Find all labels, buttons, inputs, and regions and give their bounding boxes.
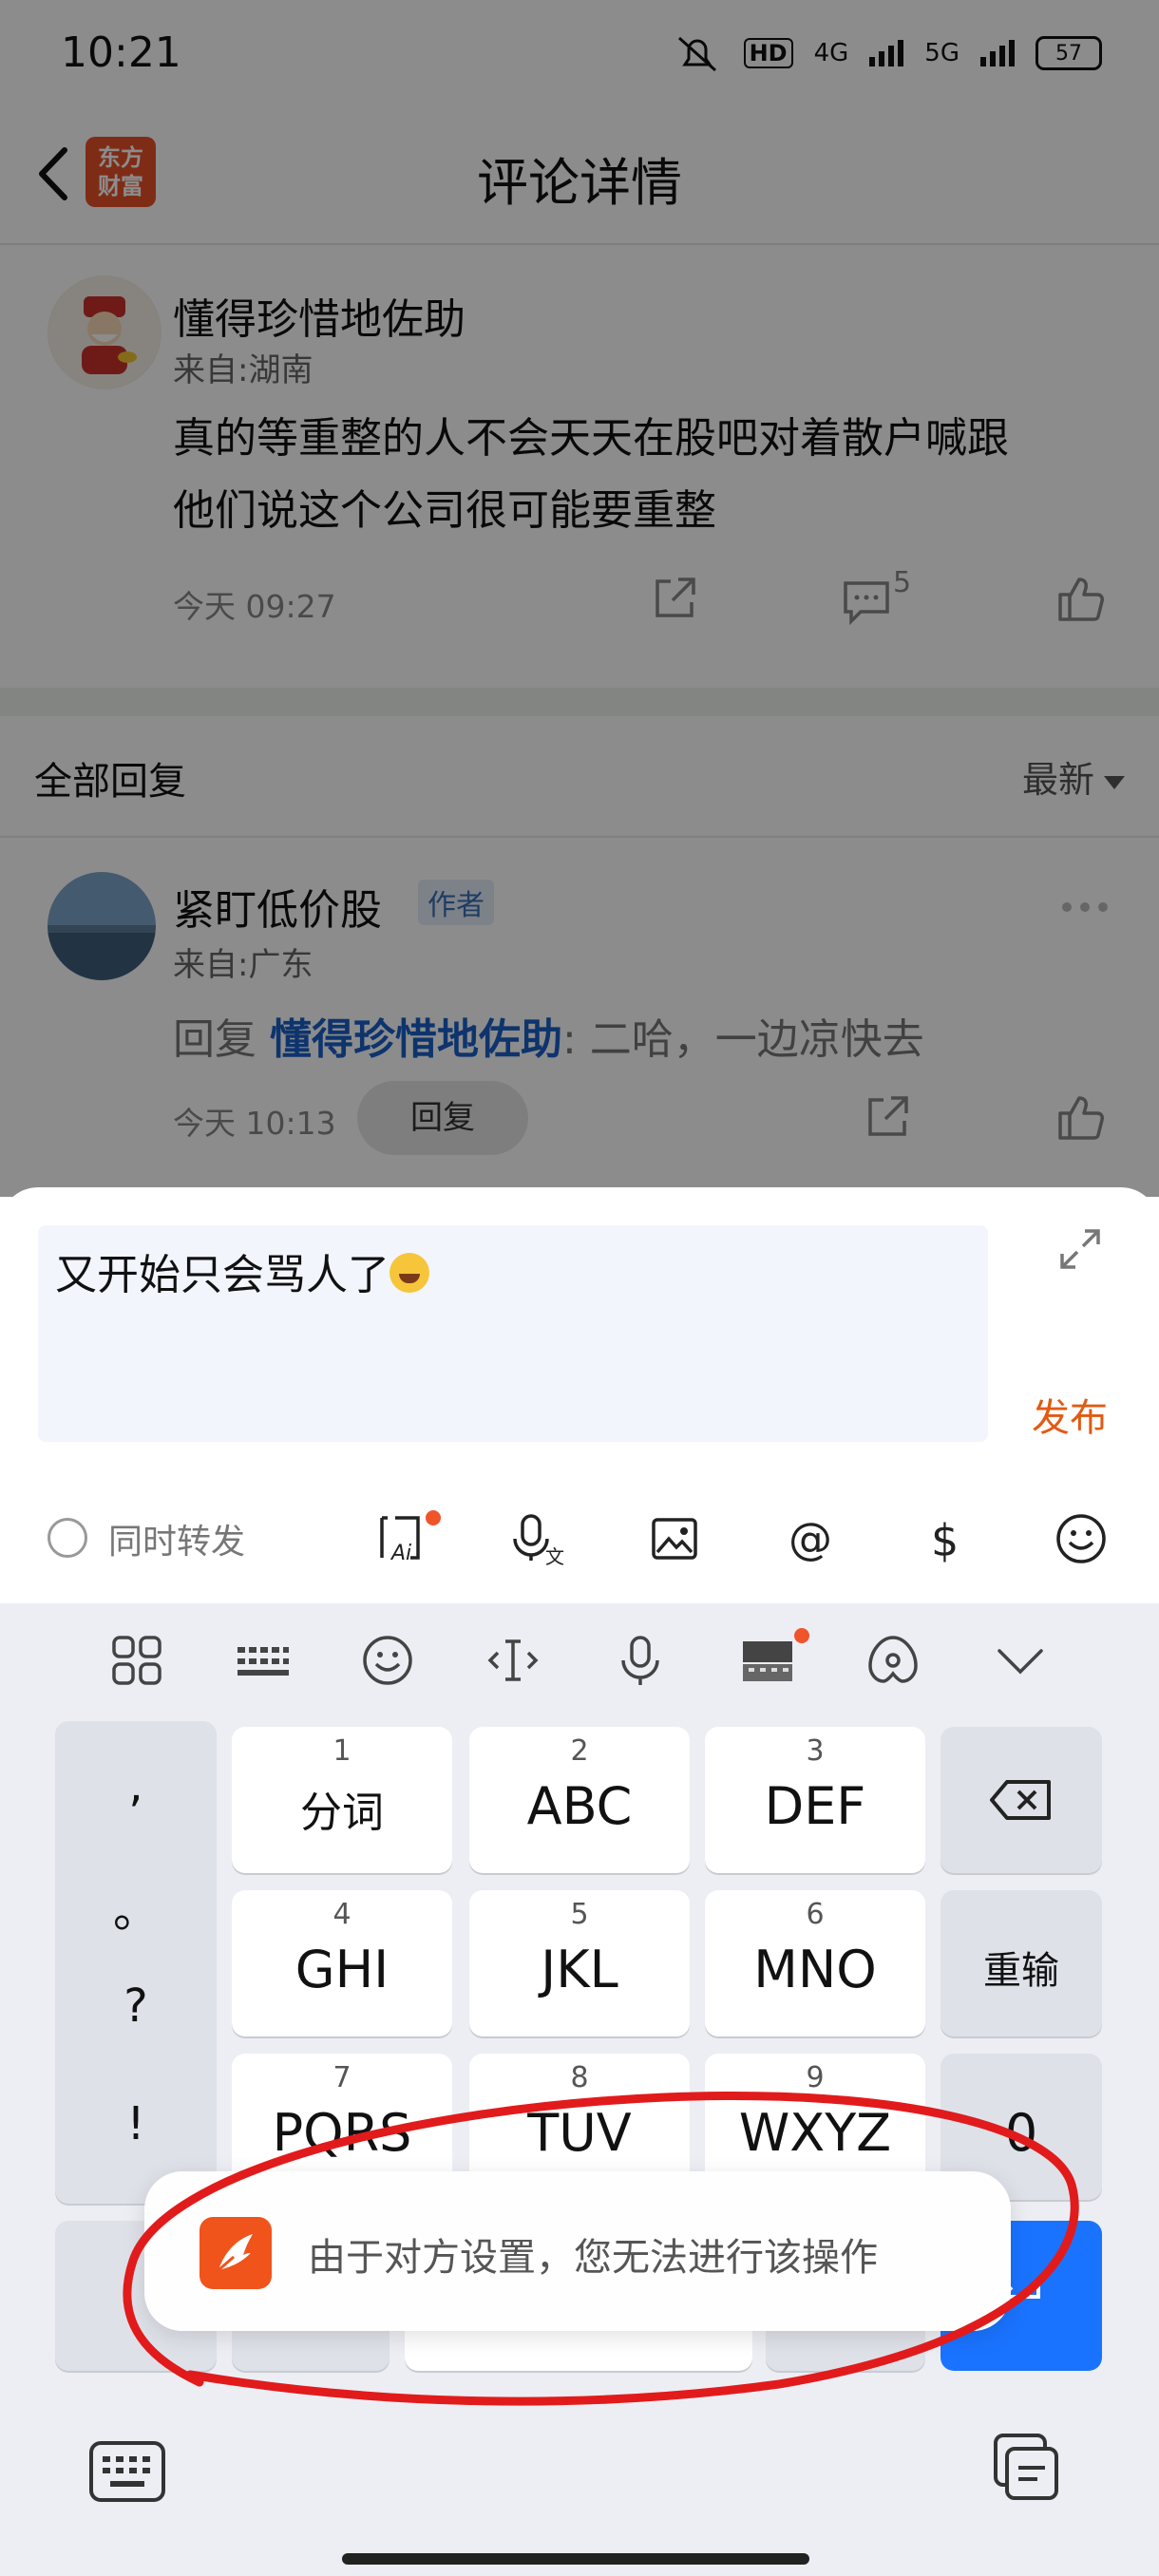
punctuation-column[interactable]: , 。 ? ! — [55, 1721, 217, 2204]
key-9-label: WXYZ — [738, 2103, 892, 2163]
comment-composer: 又开始只会骂人了 发布 同时转发 Ai 文 @ $ — [0, 1187, 1159, 1603]
app-toast-icon — [200, 2217, 272, 2289]
punct-exclaim[interactable]: ! — [55, 2097, 217, 2150]
key-5[interactable]: 5 JKL — [469, 1890, 690, 2036]
image-icon[interactable] — [646, 1510, 703, 1567]
key-5-label: JKL — [541, 1940, 618, 1999]
key-1-label: 分词 — [300, 1789, 384, 1837]
punct-period[interactable]: 。 — [55, 1873, 217, 1940]
punct-question[interactable]: ? — [55, 1979, 217, 2033]
key-9-num: 9 — [806, 2061, 825, 2094]
toast-text: 由于对方设置，您无法进行该操作 — [308, 2236, 878, 2280]
keyboard-skin-icon[interactable] — [739, 1632, 796, 1689]
sync-forward-label: 同时转发 — [108, 1523, 246, 1562]
key-0-label: 0 — [1004, 2103, 1038, 2163]
skin-notification-dot — [794, 1628, 809, 1643]
publish-button[interactable]: 发布 — [1032, 1387, 1108, 1442]
key-6-label: MNO — [753, 1940, 877, 1999]
backspace-key[interactable] — [940, 1727, 1102, 1873]
key-4[interactable]: 4 GHI — [232, 1890, 452, 2036]
input-value: 又开始只会骂人了 — [55, 1251, 390, 1299]
reenter-key[interactable]: 重输 — [940, 1890, 1102, 2036]
reenter-label: 重输 — [983, 1949, 1059, 1993]
ime-keyboard: , 。 ? ! 1 分词 2 ABC 3 DEF 4 GHI 5 JKL 6 MNO 重输 … — [0, 1603, 1159, 2576]
comment-input-text: 又开始只会骂人了 — [55, 1241, 429, 1301]
keyboard-emoji-icon[interactable] — [359, 1632, 416, 1689]
key-8-label: TUV — [527, 2103, 632, 2163]
keyboard-toolbar — [0, 1603, 1159, 1717]
key-7-num: 7 — [332, 2061, 352, 2094]
ai-notification-dot — [426, 1510, 441, 1525]
ask-ai-icon[interactable]: Ai — [372, 1510, 429, 1567]
key-2-label: ABC — [526, 1776, 633, 1836]
home-indicator[interactable] — [342, 2553, 809, 2565]
svg-text:$: $ — [931, 1515, 959, 1566]
apps-grid-icon[interactable] — [108, 1632, 165, 1689]
laughing-emoji-icon — [390, 1253, 429, 1293]
key-8-num: 8 — [570, 2061, 589, 2094]
expand-icon[interactable] — [1056, 1225, 1104, 1273]
svg-text:@: @ — [788, 1513, 832, 1564]
dim-overlay[interactable] — [0, 0, 1159, 1197]
key-7-label: PQRS — [272, 2103, 412, 2163]
voice-to-text-icon[interactable]: 文 — [509, 1510, 566, 1567]
collapse-keyboard-icon[interactable] — [992, 1632, 1049, 1689]
sync-forward-radio[interactable] — [48, 1518, 87, 1558]
key-6-num: 6 — [806, 1898, 825, 1931]
key-4-num: 4 — [332, 1898, 352, 1931]
punct-comma[interactable]: , — [55, 1759, 217, 1812]
feather-logo-icon — [218, 2234, 253, 2272]
key-4-label: GHI — [294, 1940, 390, 1999]
key-2-num: 2 — [570, 1734, 589, 1768]
key-1-num: 1 — [332, 1734, 352, 1768]
backspace-icon — [990, 1780, 1051, 1820]
emoji-icon[interactable] — [1053, 1510, 1110, 1567]
key-5-num: 5 — [570, 1898, 589, 1931]
comment-input[interactable]: 又开始只会骂人了 — [38, 1225, 988, 1442]
clipboard-icon[interactable] — [990, 2432, 1062, 2504]
key-6[interactable]: 6 MNO — [705, 1890, 925, 2036]
microphone-icon[interactable] — [612, 1632, 669, 1689]
key-3[interactable]: 3 DEF — [705, 1727, 925, 1873]
svg-text:Ai: Ai — [390, 1542, 411, 1565]
svg-text:文: 文 — [545, 1545, 564, 1567]
keyboard-layout-icon[interactable] — [234, 1632, 291, 1689]
stock-dollar-icon[interactable]: $ — [918, 1510, 975, 1567]
assistant-icon[interactable] — [864, 1632, 922, 1689]
key-1[interactable]: 1 分词 — [232, 1727, 452, 1873]
key-2[interactable]: 2 ABC — [469, 1727, 690, 1873]
toast-message: 由于对方设置，您无法进行该操作 — [144, 2171, 1011, 2331]
cursor-move-icon[interactable] — [484, 1632, 542, 1689]
mention-at-icon[interactable]: @ — [783, 1510, 840, 1567]
key-3-label: DEF — [764, 1776, 866, 1836]
key-3-num: 3 — [806, 1734, 825, 1768]
keyboard-toggle-icon[interactable] — [87, 2439, 167, 2504]
